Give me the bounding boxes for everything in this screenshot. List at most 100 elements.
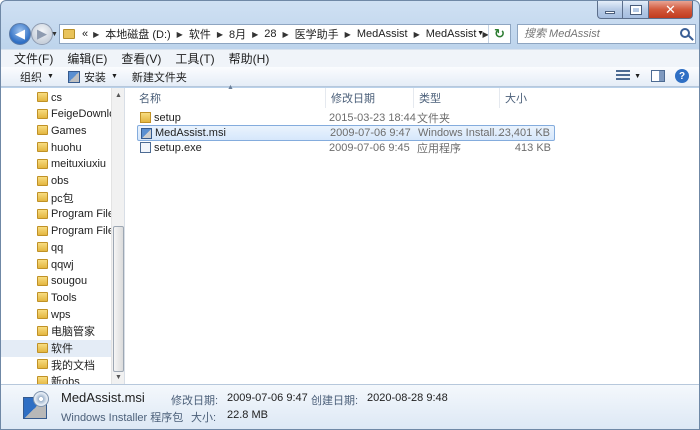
breadcrumb-item[interactable]: 8月 [225,26,250,42]
chevron-right-icon[interactable]: ▶ [343,30,353,39]
refresh-button[interactable]: ↻ [488,25,510,43]
folder-icon [37,342,48,353]
menu-tools[interactable]: 工具(T) [168,50,221,67]
column-type[interactable]: 类型 [414,88,500,108]
folder-icon [37,125,48,136]
sidebar-item[interactable]: 新obs [1,373,111,384]
sidebar-item[interactable]: wps [1,306,111,323]
details-size-label: 大小: [191,412,217,424]
folder-icon [37,108,48,119]
menu-edit[interactable]: 编辑(E) [60,50,114,67]
chevron-right-icon[interactable]: ▶ [175,30,185,39]
sidebar-item[interactable]: huohu [1,139,111,156]
install-button[interactable]: 安装 ▼ [61,68,125,86]
folder-icon [37,158,48,169]
folder-icon [37,208,48,219]
sidebar-item-label: 电脑管家 [51,326,95,339]
sidebar-item[interactable]: sougou [1,273,111,290]
sidebar-item-label: Program Files [51,225,111,238]
sidebar-item[interactable]: qqwj [1,256,111,273]
arrow-left-icon: ◀ [15,26,25,41]
sidebar-item[interactable]: Games [1,122,111,139]
address-bar[interactable]: « ▶ 本地磁盘 (D:) ▶ 软件 ▶ 8月 ▶ 28 ▶ 医学助手 ▶ Me… [59,24,511,44]
sidebar-item-label: cs [51,91,62,104]
sidebar-item[interactable]: 电脑管家 [1,323,111,340]
maximize-button[interactable] [623,1,649,19]
breadcrumb-item[interactable]: MedAssist [353,28,412,40]
folder-icon [37,242,48,253]
file-row[interactable]: setup 2015-03-23 18:44 文件夹 [137,110,555,126]
breadcrumb-item[interactable]: 软件 [185,26,215,42]
file-name: setup.exe [154,142,202,154]
chevron-right-icon[interactable]: ▶ [412,30,422,39]
breadcrumb: ▶ 本地磁盘 (D:) ▶ 软件 ▶ 8月 ▶ 28 ▶ 医学助手 ▶ MedA… [91,26,491,42]
menu-help[interactable]: 帮助(H) [222,50,277,67]
menu-file[interactable]: 文件(F) [7,50,60,67]
scroll-thumb[interactable] [113,226,124,372]
breadcrumb-item[interactable]: 本地磁盘 (D:) [101,26,174,42]
new-folder-button[interactable]: 新建文件夹 [125,68,194,86]
sidebar-item[interactable]: meituxiuxiu [1,156,111,173]
msi-icon [141,128,152,139]
content-area: cs FeigeDownload Games huohu meituxiuxiu obs p… [1,84,699,384]
search-box [517,24,696,44]
close-button[interactable]: ✕ [649,1,693,19]
views-icon[interactable] [616,70,631,82]
sidebar-item[interactable]: cs [1,89,111,106]
preview-pane-icon[interactable] [651,70,665,82]
sidebar-item[interactable]: obs [1,173,111,190]
chevron-right-icon[interactable]: ▶ [215,30,225,39]
search-input[interactable] [518,26,673,42]
sidebar-item[interactable]: 软件 [1,339,111,357]
sidebar-item[interactable]: pc包 [1,189,111,206]
file-type: Windows Install... [418,127,504,139]
refresh-icon: ↻ [494,26,505,41]
sidebar-item[interactable]: Tools [1,289,111,306]
sidebar-item-label: meituxiuxiu [51,158,107,171]
sidebar-item[interactable]: FeigeDownload [1,106,111,123]
breadcrumb-item[interactable]: 28 [260,28,280,40]
sidebar-item[interactable]: Program Files [1,223,111,240]
toolbar-right: ▼ ? [616,69,689,83]
scroll-down-icon[interactable]: ▼ [112,370,124,384]
file-name: setup [154,112,181,124]
chevron-right-icon[interactable]: ▶ [281,30,291,39]
breadcrumb-item[interactable]: 医学助手 [291,26,343,42]
breadcrumb-item[interactable]: MedAssist [422,28,481,40]
folder-icon [63,29,75,39]
sidebar-item-label: Games [51,124,87,137]
folder-icon [37,375,48,384]
forward-button[interactable]: ▶ [31,23,53,45]
column-size[interactable]: 大小 [500,88,556,108]
chevron-right-icon[interactable]: ▶ [250,30,260,39]
file-row[interactable]: setup.exe 2009-07-06 9:45 应用程序 413 KB [137,140,555,156]
folder-icon [37,259,48,269]
details-size-value: 22.8 MB [227,409,268,421]
organize-button[interactable]: 组织 ▼ [13,68,61,86]
views-dropdown-icon[interactable]: ▼ [634,73,641,80]
close-icon: ✕ [665,1,676,17]
details-file-name: MedAssist.msi [61,390,145,405]
address-overflow[interactable]: « [79,28,91,40]
navigation-row: ◀ ▶ ▼ « ▶ 本地磁盘 (D:) ▶ 软件 ▶ 8月 ▶ 28 ▶ 医学助… [1,23,699,47]
chevron-right-icon[interactable]: ▶ [91,30,101,39]
installer-icon [67,70,80,83]
search-icon[interactable] [680,28,690,38]
back-button[interactable]: ◀ [9,23,31,45]
menu-view[interactable]: 查看(V) [114,50,168,67]
folder-icon [37,142,48,153]
column-date[interactable]: 修改日期 [326,88,414,108]
recent-pages-dropdown[interactable]: ▼ [51,31,58,38]
sidebar-item[interactable]: qq [1,239,111,256]
sidebar-item[interactable]: 我的文档 [1,356,111,373]
column-name[interactable]: 名称 [134,88,326,108]
sidebar-item[interactable]: Program Files [1,206,111,223]
help-icon[interactable]: ? [675,69,689,83]
scroll-up-icon[interactable]: ▲ [112,88,124,102]
nav-scrollbar[interactable]: ▲ ▼ [111,88,124,384]
sidebar-item-label: qq [51,241,64,254]
file-date: 2009-07-06 9:47 [330,127,411,139]
file-row[interactable]: MedAssist.msi 2009-07-06 9:47 Windows Inst… [137,125,555,141]
address-dropdown[interactable]: ▼ [477,30,484,37]
minimize-button[interactable] [597,1,623,19]
